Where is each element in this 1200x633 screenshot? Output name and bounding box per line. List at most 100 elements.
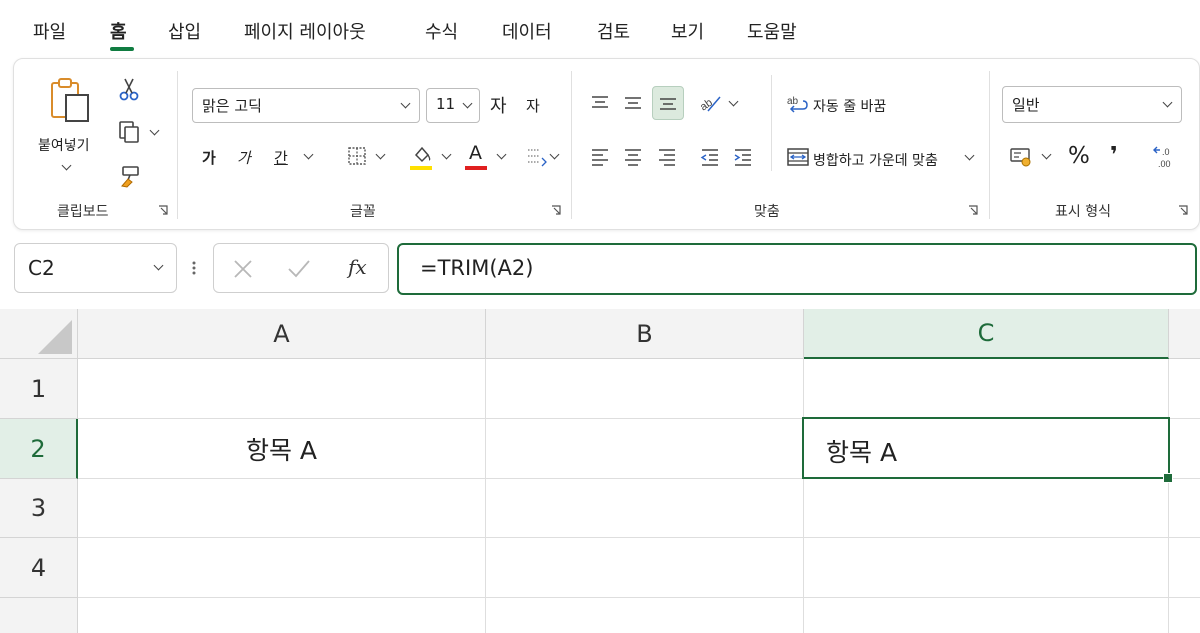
gridline — [78, 537, 1200, 538]
merge-center-icon[interactable] — [786, 145, 810, 169]
align-right-icon[interactable] — [655, 145, 679, 169]
tab-file[interactable]: 파일 — [33, 18, 66, 44]
cell-value: 항목 A — [245, 435, 318, 465]
fill-handle[interactable] — [1163, 473, 1173, 483]
paste-button-label[interactable]: 붙여넣기 — [38, 135, 90, 155]
name-box-value: C2 — [28, 256, 55, 280]
cell-c2-selected[interactable]: 항목 A — [802, 417, 1170, 479]
row-label: 1 — [30, 374, 47, 403]
paste-dropdown-chevron-icon[interactable] — [61, 160, 72, 171]
column-label: A — [273, 319, 290, 348]
font-color-swatch — [465, 166, 487, 170]
tab-home[interactable]: 홈 — [110, 18, 127, 44]
divider — [571, 71, 572, 219]
italic-button[interactable]: 가 — [237, 147, 251, 168]
tab-review[interactable]: 검토 — [597, 18, 630, 44]
underline-button[interactable]: 간 — [274, 147, 288, 168]
wrap-text-button[interactable]: 자동 줄 바꿈 — [813, 96, 886, 116]
cut-icon[interactable] — [117, 77, 141, 101]
wrap-text-icon[interactable]: ab — [786, 92, 810, 116]
increase-decimal-icon[interactable]: .0.00 — [1152, 143, 1182, 171]
copy-dropdown-chevron-icon[interactable] — [149, 125, 160, 136]
resize-handle[interactable] — [192, 258, 196, 278]
chevron-down-icon[interactable] — [153, 260, 164, 271]
tab-formulas[interactable]: 수식 — [425, 18, 458, 44]
row-header-4[interactable]: 4 — [0, 538, 78, 598]
font-group-label: 글꼴 — [350, 204, 376, 220]
formula-input[interactable]: =TRIM(A2) — [397, 243, 1197, 295]
formula-text: =TRIM(A2) — [420, 256, 534, 280]
align-top-icon[interactable] — [588, 91, 612, 115]
decrease-font-size-button[interactable]: 자 — [526, 95, 540, 116]
column-header-d[interactable] — [1169, 309, 1200, 359]
align-left-icon[interactable] — [588, 145, 612, 169]
divider — [771, 75, 772, 171]
percent-style-button[interactable]: % — [1068, 143, 1090, 169]
phonetic-dropdown-chevron-icon[interactable] — [549, 149, 560, 160]
align-bottom-icon[interactable] — [652, 86, 684, 120]
format-painter-icon[interactable] — [118, 163, 142, 189]
orientation-icon[interactable]: ab — [697, 90, 723, 116]
number-format-select[interactable]: 일반 — [1002, 86, 1182, 123]
column-header-c[interactable]: C — [804, 309, 1169, 359]
underline-dropdown-chevron-icon[interactable] — [303, 149, 314, 160]
copy-icon[interactable] — [117, 119, 141, 145]
name-box[interactable]: C2 — [14, 243, 177, 293]
gridline — [803, 359, 804, 633]
row-header-5[interactable] — [0, 598, 78, 633]
tab-page-layout[interactable]: 페이지 레이아웃 — [244, 18, 366, 44]
gridline — [1168, 359, 1169, 633]
comma-style-button[interactable]: ❜ — [1110, 143, 1118, 168]
phonetic-guide-icon[interactable] — [524, 145, 548, 169]
tab-view[interactable]: 보기 — [671, 18, 704, 44]
menu-bar: 파일 홈 삽입 페이지 레이아웃 수식 데이터 검토 보기 도움말 — [0, 0, 1200, 58]
increase-indent-icon[interactable] — [731, 145, 755, 169]
font-size-select[interactable]: 11 — [426, 88, 480, 123]
alignment-launcher-icon[interactable] — [968, 205, 978, 215]
row-header-2[interactable]: 2 — [0, 419, 78, 479]
align-center-icon[interactable] — [621, 145, 645, 169]
column-header-b[interactable]: B — [486, 309, 804, 359]
orientation-dropdown-chevron-icon[interactable] — [728, 96, 739, 107]
enter-check-icon[interactable] — [286, 257, 312, 281]
merge-center-button[interactable]: 병합하고 가운데 맞춤 — [813, 150, 938, 170]
chevron-down-icon — [462, 98, 473, 109]
number-group-label: 표시 형식 — [1055, 204, 1111, 220]
decrease-indent-icon[interactable] — [698, 145, 722, 169]
row-label: 4 — [30, 553, 47, 582]
font-name-value: 맑은 고딕 — [202, 97, 262, 115]
number-launcher-icon[interactable] — [1178, 205, 1188, 215]
clipboard-group-label: 클립보드 — [57, 204, 109, 220]
tab-data[interactable]: 데이터 — [502, 18, 552, 44]
accounting-format-icon[interactable] — [1008, 145, 1034, 169]
row-header-3[interactable]: 3 — [0, 479, 78, 538]
chevron-down-icon — [1162, 97, 1173, 108]
column-header-a[interactable]: A — [78, 309, 486, 359]
fill-color-dropdown-chevron-icon[interactable] — [441, 149, 452, 160]
divider — [989, 71, 990, 219]
cancel-icon[interactable] — [230, 257, 256, 281]
align-middle-icon[interactable] — [621, 91, 645, 115]
bold-button[interactable]: 가 — [202, 147, 216, 168]
column-label: B — [636, 319, 653, 348]
merge-dropdown-chevron-icon[interactable] — [964, 150, 975, 161]
tab-insert[interactable]: 삽입 — [168, 18, 201, 44]
insert-function-button[interactable]: fx — [348, 255, 367, 279]
select-all-corner[interactable] — [0, 309, 78, 359]
borders-dropdown-chevron-icon[interactable] — [375, 149, 386, 160]
font-name-select[interactable]: 맑은 고딕 — [192, 88, 420, 123]
font-color-dropdown-chevron-icon[interactable] — [496, 149, 507, 160]
font-launcher-icon[interactable] — [551, 205, 561, 215]
gridline — [78, 597, 1200, 598]
accounting-dropdown-chevron-icon[interactable] — [1041, 149, 1052, 160]
cell-value: 항목 A — [826, 438, 898, 467]
cell-a2[interactable]: 항목 A — [78, 419, 485, 478]
font-color-button[interactable]: A — [469, 142, 482, 164]
tab-help[interactable]: 도움말 — [747, 18, 797, 44]
increase-font-size-button[interactable]: 자 — [490, 92, 507, 118]
clipboard-launcher-icon[interactable] — [158, 205, 168, 215]
borders-icon[interactable] — [346, 145, 368, 167]
paste-icon[interactable] — [46, 75, 96, 125]
row-header-1[interactable]: 1 — [0, 359, 78, 419]
svg-text:.0: .0 — [1162, 147, 1170, 157]
